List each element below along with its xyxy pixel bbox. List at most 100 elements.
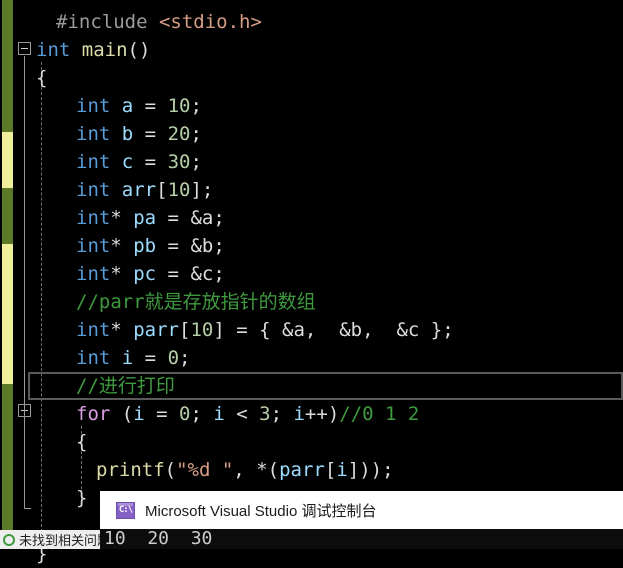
code-token-brace: [ (178, 319, 191, 341)
code-token-id: pc (133, 263, 157, 285)
change-indicator-saved (2, 0, 13, 132)
code-token-plain: , (362, 319, 397, 341)
code-token-plain: ; (190, 151, 202, 173)
code-token-brace: ) (370, 459, 383, 481)
code-token-brace: ( (164, 459, 177, 481)
change-indicator-saved (2, 188, 13, 244)
code-token-kw: int (76, 235, 111, 257)
code-token-id: i (133, 403, 145, 425)
code-token-plain: ; (190, 403, 214, 425)
code-token-brace: ( (267, 459, 280, 481)
code-line-text: { (76, 428, 87, 456)
code-token-num: 0 (179, 403, 191, 425)
code-token-kw: int (76, 151, 111, 173)
code-token-op: * (110, 235, 134, 257)
code-token-op: * (110, 319, 134, 341)
code-line-text: int a = 10; (76, 92, 202, 120)
code-token-op: = (156, 235, 191, 257)
code-token-plain: &c (396, 319, 420, 341)
code-token-num: 20 (167, 123, 191, 145)
code-token-brace: ] (190, 179, 202, 201)
code-token-plain: , (304, 319, 340, 341)
code-token-id: pb (133, 235, 157, 257)
code-token-brace: } (419, 319, 443, 341)
code-token-brace: ( (110, 403, 134, 425)
code-token-kw: int (76, 179, 111, 201)
code-token-plain: ; (190, 123, 202, 145)
code-token-kw: int (36, 39, 71, 61)
code-token-id: i (213, 403, 225, 425)
code-token-kw: int (76, 123, 111, 145)
code-token-id: pa (133, 207, 157, 229)
code-token-brace: { (36, 67, 48, 89)
code-line-text: printf("%d ", *(parr[i])); (96, 456, 394, 484)
code-token-plain: ; (213, 235, 225, 257)
code-token-op: * (256, 459, 268, 481)
change-indicator-unsaved (2, 244, 13, 384)
indent-guide (41, 62, 42, 532)
code-token-cmt: //0 1 2 (339, 403, 420, 425)
code-editor-surface[interactable]: #include <stdio.h> int main(){int a = 10;… (0, 0, 623, 565)
code-line-text: int arr[10]; (76, 176, 213, 204)
status-bar[interactable]: 未找到相关问题 (0, 530, 100, 549)
change-indicator-saved (2, 384, 13, 549)
fold-toggle-icon[interactable] (18, 42, 31, 55)
code-line-text: int* pb = &b; (76, 232, 225, 260)
code-token-num: 0 (167, 347, 180, 369)
code-token-brace: ] (347, 459, 360, 481)
code-token-op: = (224, 319, 260, 341)
code-token-plain: ; (213, 263, 225, 285)
code-token-func: printf (96, 459, 165, 481)
console-titlebar[interactable]: C:\ Microsoft Visual Studio 调试控制台 (100, 491, 623, 529)
code-token-id: parr (133, 319, 179, 341)
console-title: Microsoft Visual Studio 调试控制台 (145, 502, 377, 520)
code-token-brace: ) (359, 459, 371, 481)
code-token-brace: } (76, 487, 88, 509)
code-token-id: i (293, 403, 305, 425)
code-token-plain: &c (190, 263, 214, 285)
change-indicator-unsaved (2, 132, 13, 188)
console-window-icon: C:\ (116, 501, 135, 519)
code-token-op: = (133, 123, 168, 145)
code-token-id: b (121, 123, 134, 145)
code-token-id: arr (121, 179, 157, 201)
code-token-ctrl: for (76, 403, 111, 425)
code-token-op: ++ (304, 403, 328, 425)
console-output: 10 20 30 (100, 529, 623, 549)
code-token-num: 30 (167, 151, 191, 173)
code-token-kw: int (76, 319, 111, 341)
code-token-plain: &a (190, 207, 214, 229)
console-icon-glyph: C:\ (118, 504, 133, 515)
status-bar-text: 未找到相关问题 (19, 533, 100, 548)
code-token-num: 10 (190, 319, 214, 341)
code-token-plain: &b (190, 235, 214, 257)
code-token-kw: int (76, 95, 111, 117)
debug-console-window[interactable]: C:\ Microsoft Visual Studio 调试控制台 10 20 … (100, 491, 623, 549)
code-token-plain: &b (339, 319, 363, 341)
code-token-brace: { (259, 319, 282, 341)
outlining-column[interactable] (14, 0, 36, 549)
code-token-num: 10 (167, 179, 191, 201)
code-token-num: 3 (259, 403, 271, 425)
code-token-pre: #include (56, 11, 159, 33)
code-token-id: a (121, 95, 134, 117)
code-line-text: //进行打印 (76, 372, 175, 400)
code-token-brace: [ (324, 459, 337, 481)
no-issues-icon (3, 533, 15, 546)
code-token-op: < (224, 403, 260, 425)
code-line-text: { (36, 64, 47, 92)
code-token-id: i (121, 347, 134, 369)
code-token-op: * (110, 263, 134, 285)
code-token-plain: ; (201, 179, 214, 201)
code-token-brace: () (127, 39, 151, 61)
code-token-brace: ] (213, 319, 225, 341)
code-token-cmt: //parr就是存放指针的数组 (76, 291, 316, 313)
code-token-op: * (110, 207, 134, 229)
code-token-id: parr (279, 459, 325, 481)
